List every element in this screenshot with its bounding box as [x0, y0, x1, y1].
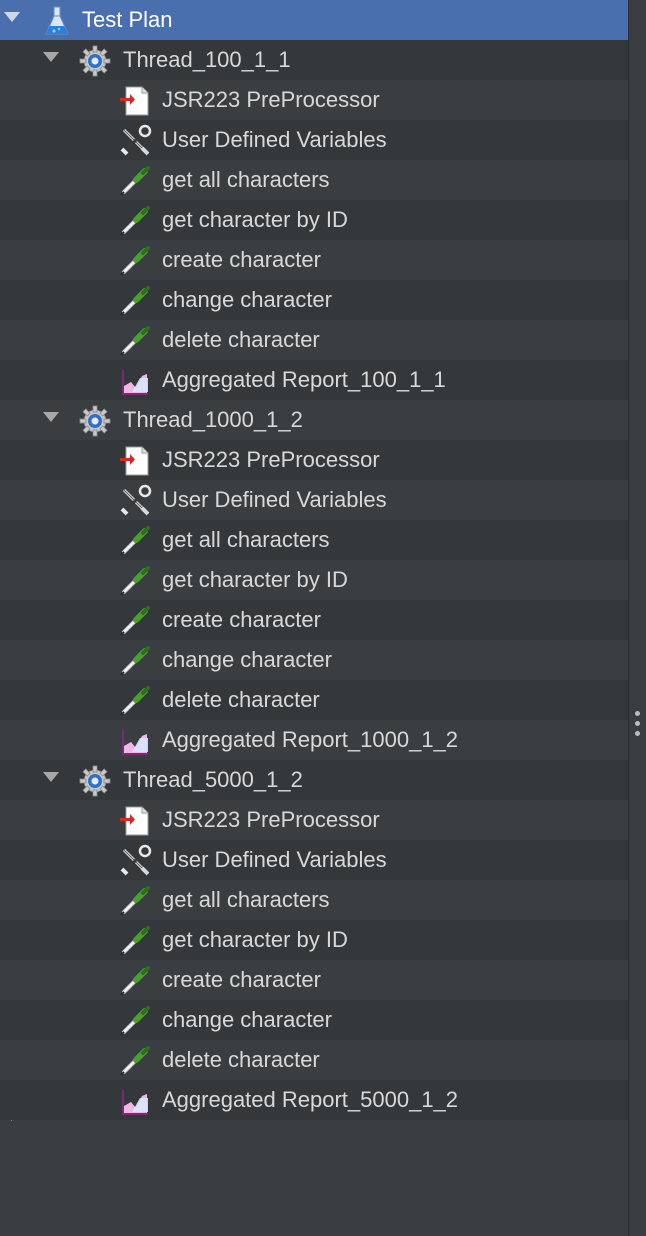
- tree-node-thread-group[interactable]: Thread_100_1_1: [0, 40, 628, 80]
- sampler-pipette-icon: [118, 884, 152, 918]
- grip-dot: [635, 711, 640, 716]
- sampler-pipette-icon: [118, 164, 152, 198]
- tree-node-thread-group[interactable]: Thread_5000_1_2: [0, 760, 628, 800]
- preprocessor-icon: [118, 84, 152, 118]
- collapse-toggle-icon[interactable]: [4, 12, 20, 22]
- tree-node-element[interactable]: create character: [0, 600, 628, 640]
- tree-node-thread-group[interactable]: Thread_1000_1_2: [0, 400, 628, 440]
- tree-node-label: Thread_1000_1_2: [123, 407, 303, 432]
- tree-node-label: get all characters: [162, 527, 330, 552]
- preprocessor-icon: [118, 444, 152, 478]
- tree-node-label: delete character: [162, 687, 320, 712]
- tree-node-label: delete character: [162, 327, 320, 352]
- preprocessor-icon: [118, 804, 152, 838]
- tree-node-element[interactable]: create character: [0, 960, 628, 1000]
- tree-node-label: change character: [162, 647, 332, 672]
- sampler-pipette-icon: [118, 684, 152, 718]
- tree-node-element[interactable]: User Defined Variables: [0, 120, 628, 160]
- sampler-pipette-icon: [118, 1044, 152, 1078]
- sampler-pipette-icon: [118, 204, 152, 238]
- flask-icon: [40, 4, 74, 38]
- collapse-toggle-icon[interactable]: [43, 52, 59, 62]
- gear-icon: [78, 764, 112, 798]
- tree-node-element[interactable]: get all characters: [0, 880, 628, 920]
- tree-node-label: JSR223 PreProcessor: [162, 807, 380, 832]
- config-tools-icon: [118, 124, 152, 158]
- report-chart-icon: [118, 724, 152, 758]
- sampler-pipette-icon: [118, 604, 152, 638]
- sampler-pipette-icon: [118, 284, 152, 318]
- tree-empty-area: [0, 1124, 628, 1236]
- tree-node-element[interactable]: User Defined Variables: [0, 840, 628, 880]
- tree-node-label: Aggregated Report_1000_1_2: [162, 727, 459, 752]
- config-tools-icon: [118, 484, 152, 518]
- tree-node-test-plan[interactable]: Test Plan: [0, 0, 628, 40]
- tree-node-label: change character: [162, 1007, 332, 1032]
- tree-node-element[interactable]: get character by ID: [0, 200, 628, 240]
- tree-node-label: User Defined Variables: [162, 847, 387, 872]
- tree-node-label: create character: [162, 247, 321, 272]
- gear-icon: [78, 44, 112, 78]
- collapse-toggle-icon[interactable]: [43, 772, 59, 782]
- tree-node-label: Aggregated Report_100_1_1: [162, 367, 446, 392]
- tree-node-label: User Defined Variables: [162, 127, 387, 152]
- tree-node-label: JSR223 PreProcessor: [162, 447, 380, 472]
- config-tools-icon: [118, 844, 152, 878]
- tree-node-element[interactable]: change character: [0, 280, 628, 320]
- tree-node-element[interactable]: JSR223 PreProcessor: [0, 80, 628, 120]
- tree-node-element[interactable]: delete character: [0, 320, 628, 360]
- tree-node-element[interactable]: get all characters: [0, 520, 628, 560]
- tree-node-element[interactable]: get all characters: [0, 160, 628, 200]
- tree-node-label: get character by ID: [162, 207, 348, 232]
- tree-node-label: create character: [162, 967, 321, 992]
- sampler-pipette-icon: [118, 524, 152, 558]
- tree-node-label: get all characters: [162, 887, 330, 912]
- tree-node-label: get character by ID: [162, 567, 348, 592]
- tree-node-element[interactable]: change character: [0, 640, 628, 680]
- tree-node-label: JSR223 PreProcessor: [162, 87, 380, 112]
- tree-node-label: create character: [162, 607, 321, 632]
- tree-node-label: Test Plan: [82, 7, 173, 32]
- sampler-pipette-icon: [118, 924, 152, 958]
- tree-node-element[interactable]: Aggregated Report_1000_1_2: [0, 720, 628, 760]
- collapse-toggle-icon[interactable]: [43, 412, 59, 422]
- sampler-pipette-icon: [118, 1004, 152, 1038]
- sampler-pipette-icon: [118, 644, 152, 678]
- tree-node-element[interactable]: User Defined Variables: [0, 480, 628, 520]
- tree-node-label: get all characters: [162, 167, 330, 192]
- sampler-pipette-icon: [118, 964, 152, 998]
- tree-node-element[interactable]: delete character: [0, 1040, 628, 1080]
- tree-node-element[interactable]: change character: [0, 1000, 628, 1040]
- report-chart-icon: [118, 364, 152, 398]
- tree-node-label: change character: [162, 287, 332, 312]
- splitter-handle[interactable]: [628, 0, 646, 1236]
- grip-dot: [635, 721, 640, 726]
- tree-node-label: Thread_100_1_1: [123, 47, 291, 72]
- sampler-pipette-icon: [118, 564, 152, 598]
- grip-dot: [635, 731, 640, 736]
- sampler-pipette-icon: [118, 244, 152, 278]
- tree-node-element[interactable]: Aggregated Report_100_1_1: [0, 360, 628, 400]
- tree-node-label: delete character: [162, 1047, 320, 1072]
- tree-node-element[interactable]: create character: [0, 240, 628, 280]
- gear-icon: [78, 404, 112, 438]
- tree-node-element[interactable]: JSR223 PreProcessor: [0, 440, 628, 480]
- tree-node-element[interactable]: Aggregated Report_5000_1_2: [0, 1080, 628, 1120]
- tree-node-label: Aggregated Report_5000_1_2: [162, 1087, 459, 1112]
- tree-node-element[interactable]: JSR223 PreProcessor: [0, 800, 628, 840]
- tree-node-element[interactable]: delete character: [0, 680, 628, 720]
- report-chart-icon: [118, 1084, 152, 1118]
- sampler-pipette-icon: [118, 324, 152, 358]
- tree-node-element[interactable]: get character by ID: [0, 920, 628, 960]
- tree-node-label: get character by ID: [162, 927, 348, 952]
- tree-node-element[interactable]: get character by ID: [0, 560, 628, 600]
- tree-node-label: Thread_5000_1_2: [123, 767, 303, 792]
- tree-node-label: User Defined Variables: [162, 487, 387, 512]
